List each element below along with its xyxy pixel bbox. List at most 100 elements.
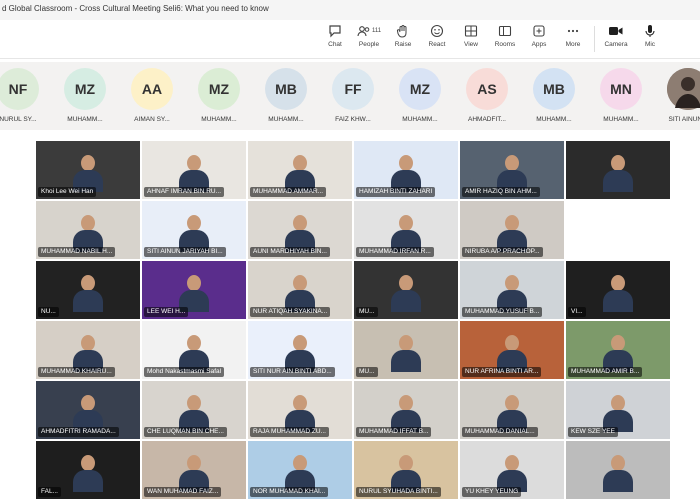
participant-video-tile[interactable]: MUHAMMAD AMMAR... <box>248 141 352 199</box>
people-label: People <box>358 41 380 48</box>
participant-video-tile[interactable]: AMIR HAZIQ BIN AHM... <box>460 141 564 199</box>
people-count: 111 <box>371 28 382 34</box>
participant-name: FAIZ KHW... <box>335 116 371 123</box>
participant-video-tile[interactable]: VI... <box>566 261 670 319</box>
participant-video-tile[interactable]: NUR ATIQAH SYAKINA... <box>248 261 352 319</box>
participant-name-label: VI... <box>568 307 586 317</box>
participant-video-tile[interactable]: NUR AFRINA BINTI AR... <box>460 321 564 379</box>
participant-video <box>603 275 633 313</box>
participant-video <box>603 455 633 493</box>
participant-video-tile[interactable]: CHE LUQMAN BIN CHE... <box>142 381 246 439</box>
view-button[interactable]: View <box>454 22 488 56</box>
participant-avatar[interactable]: MB <box>533 68 575 110</box>
participant-video <box>391 335 421 373</box>
participant-avatar[interactable]: MZ <box>198 68 240 110</box>
camera-button[interactable]: Camera <box>599 22 633 56</box>
participant-name-label: MU... <box>356 307 378 317</box>
participant-video-tile[interactable]: YU KHEY YEUNG <box>460 441 564 499</box>
participant-video-tile[interactable]: SITI AINUN JARIYAH BI... <box>142 201 246 259</box>
participant-avatar[interactable]: AS <box>466 68 508 110</box>
participant-video-tile[interactable]: NU... <box>36 261 140 319</box>
people-icon: 111 <box>357 22 381 40</box>
participant-video-tile[interactable]: MUHAMMAD IFFAT B... <box>354 381 458 439</box>
participant-video-tile[interactable]: AUNI MARDHIYAH BIN... <box>248 201 352 259</box>
more-button[interactable]: More <box>556 22 590 56</box>
mic-label: Mic <box>644 41 656 48</box>
participant-video-tile[interactable]: NOR MUHAMAD KHAI... <box>248 441 352 499</box>
participant-avatar[interactable]: MN <box>600 68 642 110</box>
participant-name-label: NURUL SYUHADA BINTI... <box>356 487 441 497</box>
participant-name-label: NUR AFRINA BINTI AR... <box>462 367 542 377</box>
participant-name-label: AUNI MARDHIYAH BIN... <box>250 247 330 257</box>
participant-name-label: YU KHEY YEUNG <box>462 487 522 497</box>
toolbar-separator <box>594 26 595 52</box>
participant-name-label: CHE LUQMAN BIN CHE... <box>144 427 227 437</box>
participant-name: NURUL SY... <box>0 116 37 123</box>
participant-video-tile[interactable]: RAJA MUHAMMAD ZU... <box>248 381 352 439</box>
participant-video-tile[interactable]: MUHAMMAD NABIL H... <box>36 201 140 259</box>
participant-name-label: NOR MUHAMAD KHAI... <box>250 487 329 497</box>
participant-video-tile[interactable]: Mohd Nakastmasmi Safal <box>142 321 246 379</box>
participant-video-tile[interactable]: WAN MUHAMAD FAIZ... <box>142 441 246 499</box>
view-label: View <box>464 41 478 48</box>
participant-video-tile[interactable]: FAL... <box>36 441 140 499</box>
participant-name: MUHAMM... <box>67 116 103 123</box>
chat-button[interactable]: Chat <box>318 22 352 56</box>
participant-video-tile[interactable]: LEE WEI H... <box>142 261 246 319</box>
react-icon <box>430 22 444 40</box>
participant-video-tile[interactable]: MU... <box>354 321 458 379</box>
participant-video-tile[interactable]: MUHAMMAD YUSUF B... <box>460 261 564 319</box>
raise-hand-icon <box>396 22 410 40</box>
participant-video-tile[interactable]: MUHAMMAD KHAIRU... <box>36 321 140 379</box>
participant-video-tile[interactable] <box>566 441 670 499</box>
participant-video-tile[interactable]: Khoi Lee Wei Han <box>36 141 140 199</box>
participant-video-tile[interactable]: SITI NUR AIN BINTI ABD... <box>248 321 352 379</box>
participant-video <box>73 455 103 493</box>
participant-video-tile[interactable]: MUHAMMAD IRFAN R... <box>354 201 458 259</box>
participant-video-tile[interactable]: AHNAF IMRAN BIN RU... <box>142 141 246 199</box>
participant-video <box>73 275 103 313</box>
participant-avatar[interactable]: MZ <box>399 68 441 110</box>
participant-strip: NF NURUL SY... MZ MUHAMM... AA AIMAN SY... MZ M… <box>0 62 700 130</box>
participant-name: MUHAMM... <box>603 116 639 123</box>
raise-button[interactable]: Raise <box>386 22 420 56</box>
participant-video-tile[interactable]: AHMADFITRI RAMADA... <box>36 381 140 439</box>
participant-name-label: MUHAMMAD YUSUF B... <box>462 307 543 317</box>
participant-video-tile[interactable]: MUHAMMAD AMIR B... <box>566 321 670 379</box>
participant-name-label: LEE WEI H... <box>144 307 189 317</box>
apps-label: Apps <box>531 41 547 48</box>
participant-video-tile[interactable]: MU... <box>354 261 458 319</box>
meeting-toolbar: Chat 111 People Raise React View Rooms Apps More… <box>318 22 667 56</box>
mic-button[interactable]: Mic <box>633 22 667 56</box>
participant-avatar[interactable]: NF <box>0 68 39 110</box>
rooms-button[interactable]: Rooms <box>488 22 522 56</box>
view-icon <box>464 22 478 40</box>
participant-name-label: SITI NUR AIN BINTI ABD... <box>250 367 335 377</box>
participant-avatar[interactable] <box>667 68 700 110</box>
participant-name-label: SITI AINUN JARIYAH BI... <box>144 247 226 257</box>
more-label: More <box>565 41 581 48</box>
video-grid: Khoi Lee Wei Han AHNAF IMRAN BIN RU... MUH… <box>0 140 700 500</box>
participant-video-tile[interactable]: HAMIZAH BINTI ZAHARI <box>354 141 458 199</box>
react-button[interactable]: React <box>420 22 454 56</box>
participant-video-tile[interactable]: KEW SZE YEE <box>566 381 670 439</box>
participant-avatar[interactable]: MZ <box>64 68 106 110</box>
participant-video-tile[interactable]: MUHAMMAD DANIAL... <box>460 381 564 439</box>
participant-video-tile[interactable] <box>566 141 670 199</box>
chat-icon <box>328 22 342 40</box>
participant-name-label: RAJA MUHAMMAD ZU... <box>250 427 329 437</box>
apps-icon <box>532 22 546 40</box>
participant-name-label: MUHAMMAD DANIAL... <box>462 427 538 437</box>
mic-icon <box>643 22 657 40</box>
participant-video-tile[interactable]: NURUL SYUHADA BINTI... <box>354 441 458 499</box>
participant-avatar[interactable]: FF <box>332 68 374 110</box>
header-divider <box>0 58 700 59</box>
participant-avatar[interactable]: AA <box>131 68 173 110</box>
rooms-label: Rooms <box>494 41 516 48</box>
people-button[interactable]: 111 People <box>352 22 386 56</box>
more-icon <box>566 22 580 40</box>
participant-video-tile[interactable]: NIRUBA A/P PRACHOP... <box>460 201 564 259</box>
participant-name: AHMADFIT... <box>468 116 506 123</box>
apps-button[interactable]: Apps <box>522 22 556 56</box>
participant-avatar[interactable]: MB <box>265 68 307 110</box>
